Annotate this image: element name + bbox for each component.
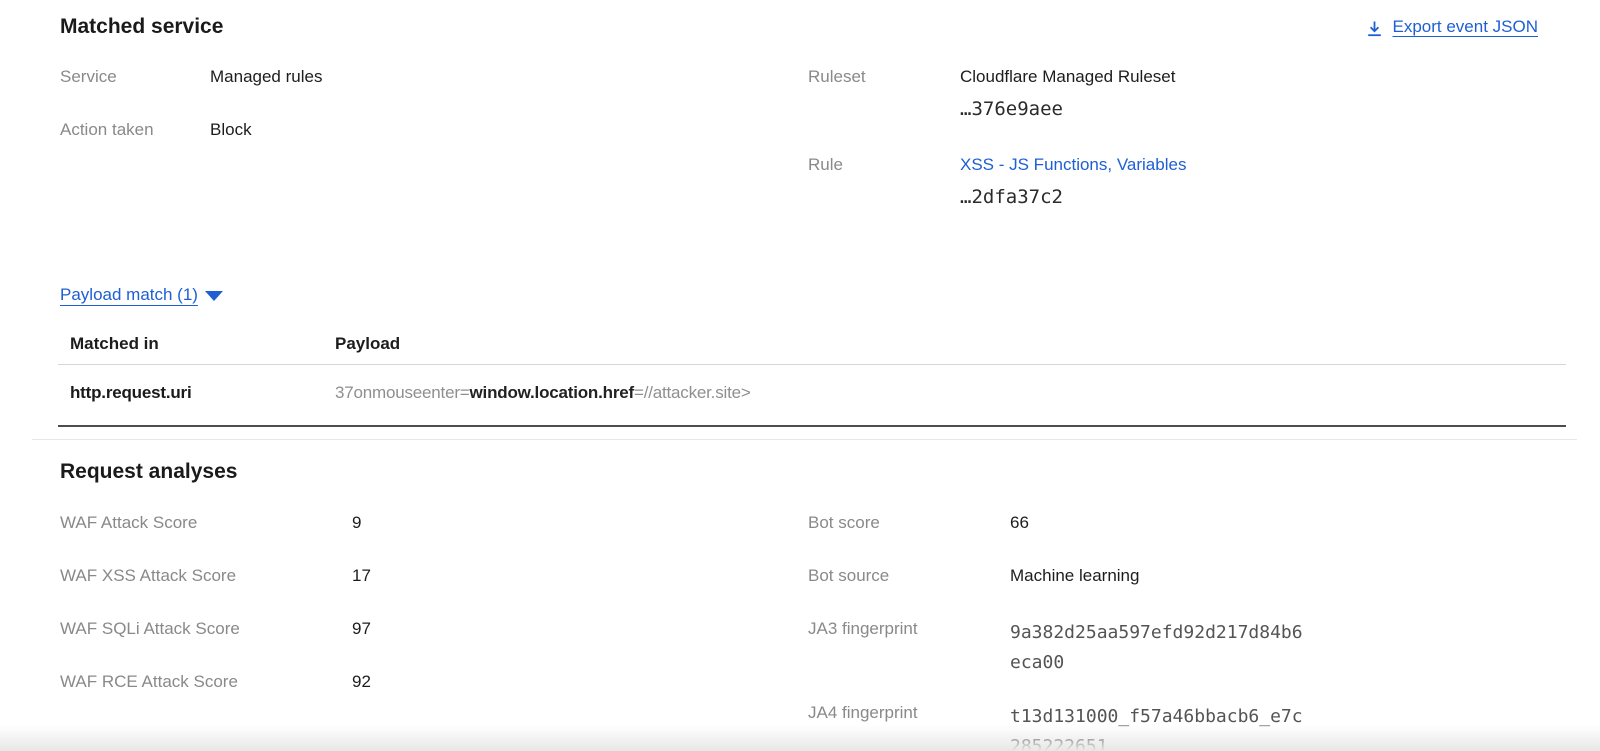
payload-value: 37onmouseenter=window.location.href=//at…	[323, 365, 1566, 427]
payload-match-table: Matched in Payload http.request.uri 37on…	[58, 326, 1566, 427]
bot-score-value: 66	[1010, 512, 1029, 534]
waf-xss-attack-score-value: 17	[352, 565, 371, 587]
request-analyses-left-column: WAF Attack Score 9 WAF XSS Attack Score …	[60, 512, 808, 751]
rule-id: …2dfa37c2	[960, 184, 1186, 210]
waf-sqli-attack-score-value: 97	[352, 618, 371, 640]
waf-rce-attack-score-row: WAF RCE Attack Score 92	[60, 671, 808, 693]
waf-sqli-attack-score-label: WAF SQLi Attack Score	[60, 618, 352, 640]
matched-in-value: http.request.uri	[58, 365, 323, 427]
ja3-fingerprint-row: JA3 fingerprint 9a382d25aa597efd92d217d8…	[808, 618, 1566, 678]
payload-suffix: =//attacker.site>	[634, 383, 751, 402]
payload-prefix: 37onmouseenter=	[335, 383, 470, 402]
export-event-json-link[interactable]: Export event JSON	[1366, 14, 1538, 40]
service-label: Service	[60, 66, 210, 88]
caret-down-icon	[205, 291, 223, 301]
matched-service-right-column: Ruleset Cloudflare Managed Ruleset …376e…	[808, 66, 1566, 242]
waf-rce-attack-score-label: WAF RCE Attack Score	[60, 671, 352, 693]
waf-attack-score-label: WAF Attack Score	[60, 512, 352, 534]
action-taken-row: Action taken Block	[60, 119, 808, 141]
panel-bottom-shadow	[0, 725, 1600, 751]
section-divider	[32, 439, 1577, 440]
matched-service-section: Service Managed rules Action taken Block…	[0, 66, 1600, 242]
matched-service-header: Matched service Export event JSON	[0, 0, 1600, 40]
ruleset-label: Ruleset	[808, 66, 960, 88]
rule-link[interactable]: XSS - JS Functions, Variables	[960, 155, 1186, 174]
ruleset-name: Cloudflare Managed Ruleset	[960, 66, 1175, 88]
request-analyses-right-column: Bot score 66 Bot source Machine learning…	[808, 512, 1566, 751]
payload-table-row: http.request.uri 37onmouseenter=window.l…	[58, 365, 1566, 427]
ruleset-value-block: Cloudflare Managed Ruleset …376e9aee	[960, 66, 1175, 122]
bot-source-label: Bot source	[808, 565, 1010, 587]
matched-in-column-header: Matched in	[58, 326, 323, 365]
bot-score-label: Bot score	[808, 512, 1010, 534]
rule-row: Rule XSS - JS Functions, Variables …2dfa…	[808, 154, 1566, 210]
waf-rce-attack-score-value: 92	[352, 671, 371, 693]
ja3-fingerprint-value: 9a382d25aa597efd92d217d84b6eca00	[1010, 618, 1306, 678]
event-detail-panel: Matched service Export event JSON Servic…	[0, 0, 1600, 751]
request-analyses-section: WAF Attack Score 9 WAF XSS Attack Score …	[0, 512, 1600, 751]
export-event-json-label: Export event JSON	[1392, 14, 1538, 40]
rule-label: Rule	[808, 154, 960, 176]
service-value: Managed rules	[210, 66, 322, 88]
payload-highlight: window.location.href	[470, 383, 634, 402]
matched-service-left-column: Service Managed rules Action taken Block	[60, 66, 808, 242]
ja4-fingerprint-label: JA4 fingerprint	[808, 702, 1010, 724]
waf-attack-score-row: WAF Attack Score 9	[60, 512, 808, 534]
ja3-fingerprint-label: JA3 fingerprint	[808, 618, 1010, 640]
ruleset-row: Ruleset Cloudflare Managed Ruleset …376e…	[808, 66, 1566, 122]
section-title-request-analyses: Request analyses	[60, 458, 1600, 486]
payload-column-header: Payload	[323, 326, 1566, 365]
bot-score-row: Bot score 66	[808, 512, 1566, 534]
payload-match-toggle-label: Payload match (1)	[60, 284, 198, 306]
bot-source-row: Bot source Machine learning	[808, 565, 1566, 587]
rule-value-block: XSS - JS Functions, Variables …2dfa37c2	[960, 154, 1186, 210]
bot-source-value: Machine learning	[1010, 565, 1139, 587]
waf-attack-score-value: 9	[352, 512, 361, 534]
action-taken-label: Action taken	[60, 119, 210, 141]
payload-table-header-row: Matched in Payload	[58, 326, 1566, 365]
payload-match-toggle[interactable]: Payload match (1)	[60, 284, 223, 306]
action-taken-value: Block	[210, 119, 252, 141]
waf-xss-attack-score-row: WAF XSS Attack Score 17	[60, 565, 808, 587]
section-title-matched-service: Matched service	[60, 14, 223, 40]
download-icon	[1366, 19, 1383, 36]
waf-sqli-attack-score-row: WAF SQLi Attack Score 97	[60, 618, 808, 640]
ruleset-id: …376e9aee	[960, 96, 1175, 122]
waf-xss-attack-score-label: WAF XSS Attack Score	[60, 565, 352, 587]
service-row: Service Managed rules	[60, 66, 808, 88]
